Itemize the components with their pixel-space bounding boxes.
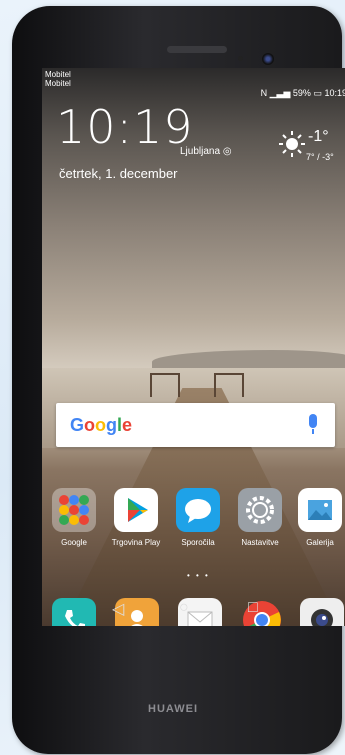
home-screen: Mobitel Mobitel N ▁▃▅ 59% ▭ 10:19 10:19 … (42, 68, 345, 626)
home-button[interactable]: ○ (179, 599, 189, 617)
gallery-icon (298, 488, 342, 532)
app-play-store[interactable]: Trgovina Play (106, 488, 166, 547)
wallpaper-hills (152, 350, 345, 370)
weather-temp[interactable]: -1° (308, 128, 329, 146)
location-icon: ◎ (222, 146, 232, 157)
play-store-icon (114, 488, 158, 532)
camera-icon[interactable] (300, 598, 344, 626)
settings-icon (238, 488, 282, 532)
status-time: 10:19 (324, 88, 345, 98)
app-label: Galerija (306, 538, 334, 547)
google-search-bar[interactable]: Google (56, 403, 335, 447)
signal-icon: ▁▃▅ (269, 88, 291, 98)
app-label: Sporočila (181, 538, 215, 547)
phone-icon[interactable] (52, 598, 96, 626)
app-label: Trgovina Play (111, 538, 161, 547)
wallpaper-rail-left (150, 373, 180, 397)
carrier-label: Mobitel Mobitel (45, 70, 71, 88)
clock-widget[interactable]: 10:19 (56, 100, 194, 154)
app-settings[interactable]: Nastavitve (230, 488, 290, 547)
sun-icon (279, 131, 305, 157)
status-icons: N ▁▃▅ 59% ▭ 10:19 (261, 88, 345, 99)
nfc-icon: N (260, 88, 268, 98)
battery-percent: 59% (292, 88, 311, 98)
carrier-2: Mobitel (45, 79, 71, 88)
phone-device: Mobitel Mobitel N ▁▃▅ 59% ▭ 10:19 10:19 … (12, 6, 345, 754)
mic-icon[interactable] (309, 414, 317, 434)
weather-city: Ljubljana ◎ (180, 146, 232, 157)
wallpaper-rail-right (214, 373, 244, 397)
carrier-1: Mobitel (45, 70, 71, 79)
city-name: Ljubljana (180, 146, 221, 157)
google-logo: Google (70, 415, 133, 435)
back-button[interactable]: ◁ (112, 599, 124, 619)
date-label: četrtek, 1. december (59, 166, 178, 181)
brand-logo: HUAWEI (148, 703, 198, 715)
earpiece-speaker (167, 46, 227, 53)
status-bar: Mobitel Mobitel N ▁▃▅ 59% ▭ 10:19 (42, 68, 345, 102)
chrome-icon[interactable] (240, 598, 284, 626)
app-label: Nastavitve (241, 538, 279, 547)
proximity-sensor (238, 56, 243, 61)
app-messages[interactable]: Sporočila (168, 488, 228, 547)
battery-icon: ▭ (313, 88, 322, 98)
weather-range: 7° / -3° (306, 152, 334, 162)
app-label: Google (61, 538, 87, 547)
app-google-folder[interactable]: Google (44, 488, 104, 547)
app-gallery[interactable]: Galerija (290, 488, 345, 547)
recents-button[interactable]: □ (248, 599, 258, 617)
page-indicator: • • • (187, 571, 210, 580)
google-folder-icon (52, 488, 96, 532)
messages-icon (176, 488, 220, 532)
front-camera (262, 53, 274, 65)
